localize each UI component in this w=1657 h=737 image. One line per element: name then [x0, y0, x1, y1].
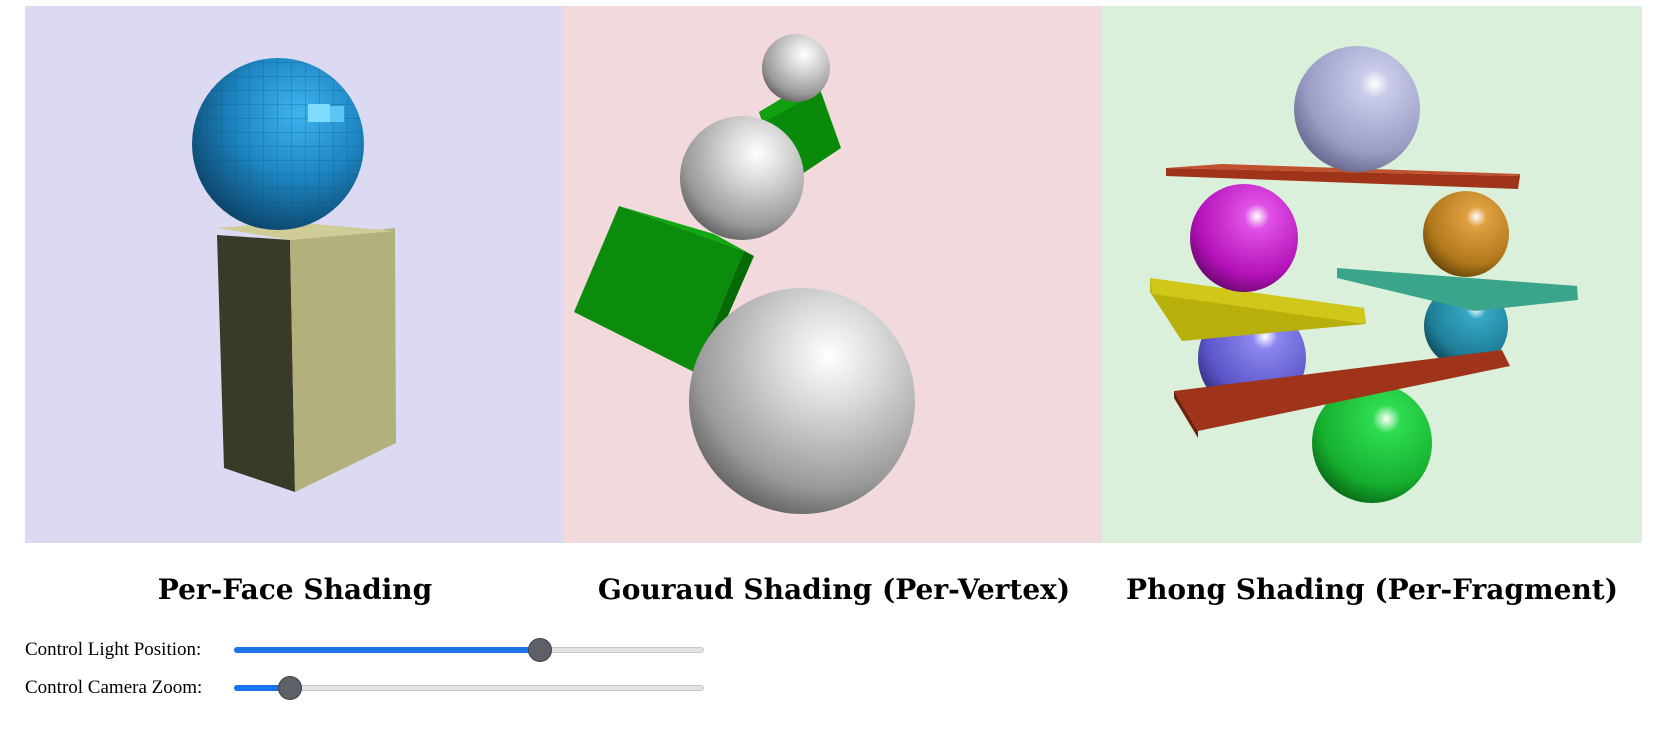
gouraud-caption: Gouraud Shading (Per-Vertex) [597, 573, 1071, 606]
phong-caption: Phong Shading (Per-Fragment) [1126, 573, 1618, 606]
camera-zoom-slider[interactable] [234, 676, 704, 700]
slider-thumb[interactable] [278, 676, 302, 700]
large-sphere [689, 288, 915, 514]
top-sphere [762, 34, 830, 102]
box-front-face [217, 235, 295, 492]
orange-sphere [1423, 191, 1509, 277]
slider-track [234, 685, 704, 691]
slider-fill [234, 647, 540, 653]
light-position-control: Control Light Position: [25, 635, 704, 665]
camera-zoom-label: Control Camera Zoom: [25, 677, 203, 698]
medium-sphere [680, 116, 804, 240]
facet-highlight [308, 104, 330, 122]
phong-canvas[interactable] [1102, 6, 1642, 543]
per-face-canvas[interactable] [25, 6, 565, 543]
lavender-sphere [1294, 46, 1420, 172]
light-position-slider[interactable] [234, 638, 704, 662]
camera-zoom-control: Control Camera Zoom: [25, 673, 704, 703]
light-position-label: Control Light Position: [25, 639, 202, 660]
gouraud-canvas[interactable] [564, 6, 1104, 543]
magenta-sphere [1190, 184, 1298, 292]
per-face-caption: Per-Face Shading [157, 573, 433, 606]
slider-thumb[interactable] [528, 638, 552, 662]
